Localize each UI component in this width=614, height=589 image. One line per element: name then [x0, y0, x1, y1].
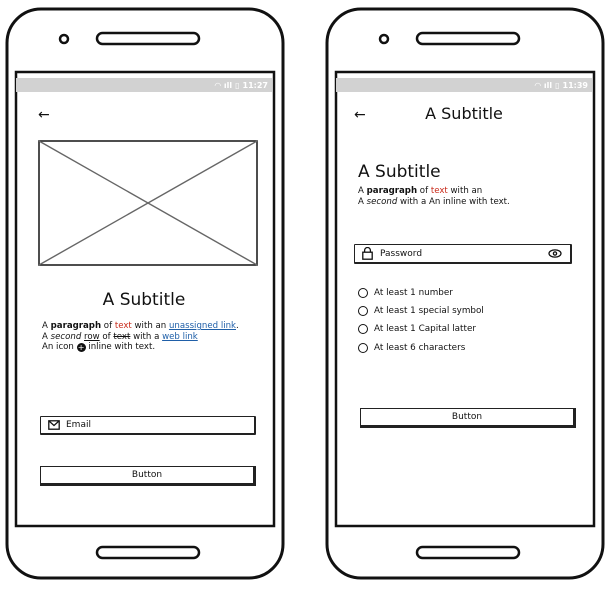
status-bar: ◠ ıll ▯ 11:39 — [336, 78, 592, 92]
phone-right: ◠ ıll ▯ 11:39 ← A Subtitle A Subtitle A … — [324, 6, 606, 581]
speaker-slot-icon — [95, 31, 201, 46]
home-bar-icon — [415, 545, 521, 560]
radio-circle-icon — [358, 306, 368, 316]
paragraph-line-1: A paragraph of text with an unassigned l… — [42, 321, 239, 331]
email-field[interactable]: Email — [40, 416, 256, 435]
password-rule: At least 6 characters — [358, 343, 465, 353]
paragraph-line-2: A second with a An inline with text. — [358, 196, 510, 207]
password-rule: At least 1 Capital latter — [358, 324, 476, 334]
paragraph-line-3: An icon + inline with text. — [42, 342, 156, 352]
phone-left: ◠ ıll ▯ 11:27 ← A Subtitle A paragraph o… — [4, 6, 286, 581]
paragraph-line-1: A paragraph of text with an — [358, 186, 483, 196]
signal-icon: ıll — [223, 80, 233, 90]
page-subtitle: A Subtitle — [102, 290, 186, 310]
web-link[interactable]: web link — [162, 332, 198, 342]
paragraph-line-2: A second row of text with a web link — [42, 331, 198, 342]
password-placeholder: Password — [380, 248, 423, 259]
lock-icon — [362, 247, 373, 260]
radio-circle-icon — [358, 324, 368, 334]
signal-icon: ıll — [543, 80, 553, 90]
battery-icon: ▯ — [555, 80, 560, 90]
screen-right: ◠ ıll ▯ 11:39 ← A Subtitle A Subtitle A … — [336, 78, 592, 526]
plus-circle-icon: + — [76, 343, 86, 352]
unassigned-link[interactable]: unassigned link — [169, 321, 236, 331]
camera-icon — [58, 33, 70, 45]
paragraph: A paragraph of text with an A second wit… — [358, 186, 588, 207]
camera-icon — [378, 33, 390, 45]
mail-icon — [48, 420, 60, 430]
battery-icon: ▯ — [235, 80, 240, 90]
status-bar: ◠ ıll ▯ 11:27 — [16, 78, 272, 92]
eye-icon[interactable] — [548, 249, 562, 258]
radio-circle-icon — [358, 288, 368, 298]
password-rule: At least 1 number — [358, 288, 453, 298]
wifi-icon: ◠ — [534, 80, 541, 90]
primary-button[interactable]: Button — [360, 408, 576, 428]
email-placeholder: Email — [66, 420, 91, 430]
back-arrow-icon[interactable]: ← — [38, 108, 50, 122]
page-subtitle: A Subtitle — [358, 162, 441, 182]
status-time: 11:39 — [562, 80, 588, 90]
status-time: 11:27 — [242, 80, 268, 90]
radio-circle-icon — [358, 343, 368, 353]
wifi-icon: ◠ — [214, 80, 221, 90]
image-placeholder — [38, 140, 258, 266]
paragraph: A paragraph of text with an unassigned l… — [42, 321, 272, 353]
screen-left: ◠ ıll ▯ 11:27 ← A Subtitle A paragraph o… — [16, 78, 272, 526]
home-bar-icon — [95, 545, 201, 560]
header-title: A Subtitle — [425, 104, 503, 123]
password-field[interactable]: Password — [354, 244, 572, 264]
primary-button[interactable]: Button — [40, 466, 256, 486]
password-rule: At least 1 special symbol — [358, 306, 484, 316]
speaker-slot-icon — [415, 31, 521, 46]
